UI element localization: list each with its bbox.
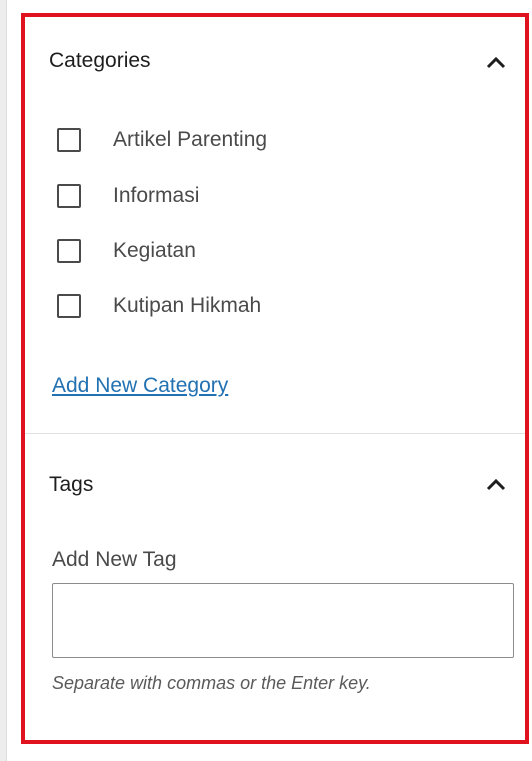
add-new-tag-label: Add New Tag (52, 548, 177, 571)
categories-title: Categories (49, 49, 151, 72)
tags-panel-header[interactable]: Tags (25, 457, 525, 513)
chevron-up-icon[interactable] (483, 49, 509, 75)
category-checkbox[interactable] (57, 128, 81, 152)
tags-title: Tags (49, 473, 94, 496)
category-item-kutipan-hikmah[interactable]: Kutipan Hikmah (57, 289, 417, 323)
editor-sidebar: Categories Artikel Parenting Informasi K… (0, 0, 532, 761)
category-item-informasi[interactable]: Informasi (57, 179, 417, 213)
add-new-category-link[interactable]: Add New Category (52, 374, 228, 398)
category-label: Informasi (113, 184, 200, 207)
categories-panel-header[interactable]: Categories (25, 35, 525, 91)
category-checkbox[interactable] (57, 239, 81, 263)
tag-help-text: Separate with commas or the Enter key. (52, 673, 371, 693)
sidebar-edge (0, 0, 7, 761)
category-item-artikel-parenting[interactable]: Artikel Parenting (57, 123, 417, 157)
category-checkbox[interactable] (57, 184, 81, 208)
panel-divider (25, 433, 525, 434)
category-label: Artikel Parenting (113, 128, 268, 151)
category-label: Kegiatan (113, 239, 196, 262)
category-label: Kutipan Hikmah (113, 294, 262, 317)
highlight-frame: Categories Artikel Parenting Informasi K… (21, 13, 529, 744)
category-item-kegiatan[interactable]: Kegiatan (57, 234, 417, 268)
add-new-tag-input[interactable] (52, 583, 514, 658)
category-checkbox[interactable] (57, 294, 81, 318)
chevron-up-icon[interactable] (483, 471, 509, 497)
